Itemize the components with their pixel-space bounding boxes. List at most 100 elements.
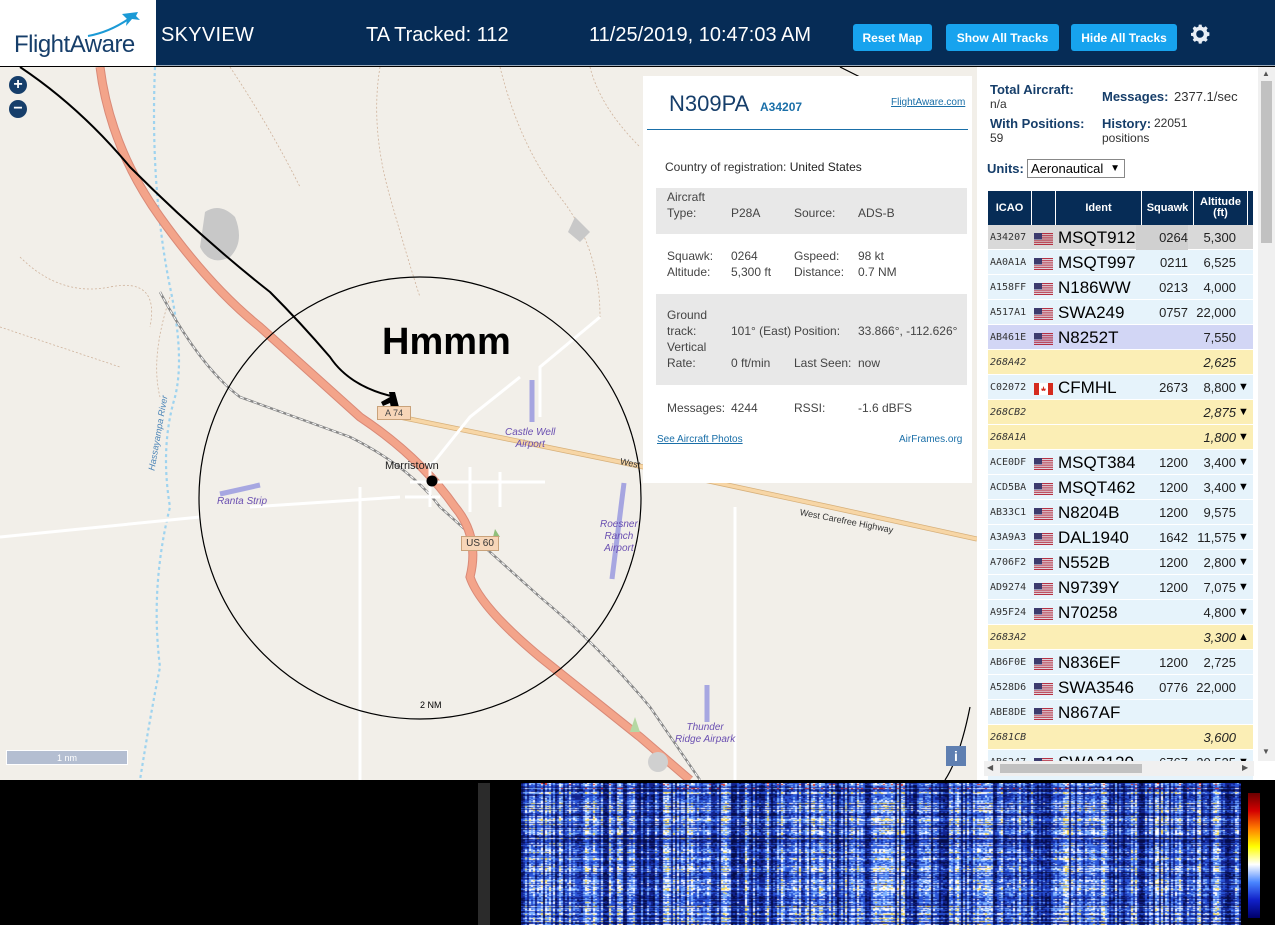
total-aircraft-value: n/a bbox=[990, 97, 1007, 111]
flightaware-link[interactable]: FlightAware.com bbox=[891, 97, 965, 108]
row-altitude: 2,875 bbox=[1203, 405, 1236, 420]
rssi-value: -1.6 dBFS bbox=[858, 401, 913, 415]
row-altitude: 2,725 bbox=[1203, 655, 1236, 670]
table-row[interactable]: C02072 CFMHL 2673 8,800 ▼ bbox=[988, 375, 1253, 400]
row-icao: A528D6 bbox=[990, 682, 1027, 693]
sidebar-hscrollbar[interactable]: ◀ ▶ bbox=[984, 761, 1254, 776]
table-row[interactable]: A706F2 N552B 1200 2,800 ▼ bbox=[988, 550, 1253, 575]
airport-label-roesner: Roesner Ranch Airport bbox=[600, 519, 638, 554]
scroll-up-icon[interactable]: ▲ bbox=[1262, 69, 1270, 78]
table-row[interactable]: 268A1A 1,800 ▼ bbox=[988, 425, 1253, 450]
row-squawk bbox=[1136, 425, 1188, 450]
row-squawk bbox=[1136, 600, 1188, 625]
hscroll-thumb[interactable] bbox=[1000, 764, 1142, 773]
col-icao[interactable]: ICAO bbox=[988, 191, 1032, 225]
units-select[interactable]: Aeronautical ▼ bbox=[1027, 159, 1125, 178]
row-squawk: 0757 bbox=[1159, 305, 1188, 320]
row-squawk: 1642 bbox=[1159, 530, 1188, 545]
table-row[interactable]: AB33C1 N8204B 1200 9,575 bbox=[988, 500, 1253, 525]
airframes-link[interactable]: AirFrames.org bbox=[899, 434, 962, 445]
table-row[interactable]: 268CB2 2,875 ▼ bbox=[988, 400, 1253, 425]
row-trend-arrow: ▼ bbox=[1238, 556, 1249, 568]
row-icao: A3A9A3 bbox=[990, 532, 1027, 543]
altitude-value: 5,300 ft bbox=[731, 265, 772, 279]
sidebar-vscrollbar[interactable]: ▲ ▼ bbox=[1258, 67, 1275, 761]
table-row[interactable]: AB6F0E N836EF 1200 2,725 bbox=[988, 650, 1253, 675]
spectrogram-waterfall bbox=[521, 783, 1241, 925]
altitude-label: Altitude: bbox=[667, 265, 711, 279]
us-flag-icon bbox=[1034, 507, 1053, 520]
scroll-left-icon[interactable]: ◀ bbox=[987, 763, 993, 772]
table-row[interactable]: ABE8DE N867AF bbox=[988, 700, 1253, 725]
popup-header: N309PA A34207 FlightAware.com bbox=[647, 76, 968, 130]
table-row[interactable]: AB461E N8252T 7,550 bbox=[988, 325, 1253, 350]
hide-all-tracks-button[interactable]: Hide All Tracks bbox=[1071, 24, 1177, 51]
table-row[interactable]: AA0A1A MSQT997 0211 6,525 bbox=[988, 250, 1253, 275]
us-flag-icon bbox=[1034, 482, 1053, 495]
route-shield-a74: A 74 bbox=[377, 406, 411, 420]
col-flag[interactable] bbox=[1032, 191, 1056, 225]
table-row[interactable]: 268A42 2,625 bbox=[988, 350, 1253, 375]
squawk-box: Squawk: 0264 Gspeed: 98 kt Altitude: 5,3… bbox=[656, 234, 967, 294]
row-ident: N8252T bbox=[1058, 328, 1119, 347]
show-all-tracks-button[interactable]: Show All Tracks bbox=[946, 24, 1059, 51]
history-unit: positions bbox=[1102, 131, 1150, 145]
scroll-down-icon[interactable]: ▼ bbox=[1262, 747, 1270, 756]
row-altitude: 3,600 bbox=[1203, 730, 1236, 745]
aircraft-photos-link[interactable]: See Aircraft Photos bbox=[657, 434, 743, 445]
country-label: Country of registration: bbox=[665, 160, 787, 174]
us-flag-icon bbox=[1034, 707, 1053, 720]
type-box: Aircraft Type: P28A Source: ADS-B bbox=[656, 188, 967, 234]
table-row[interactable]: AD9274 N9739Y 1200 7,075 ▼ bbox=[988, 575, 1253, 600]
scroll-right-icon[interactable]: ▶ bbox=[1242, 763, 1248, 772]
table-row[interactable]: A517A1 SWA249 0757 22,000 bbox=[988, 300, 1253, 325]
reset-map-button[interactable]: Reset Map bbox=[853, 24, 932, 51]
row-squawk: 1200 bbox=[1159, 480, 1188, 495]
logo-text: FlightAware bbox=[14, 31, 135, 58]
row-icao: C02072 bbox=[990, 382, 1027, 393]
table-row[interactable]: 2683A2 3,300 ▲ bbox=[988, 625, 1253, 650]
row-altitude: 7,075 bbox=[1203, 580, 1236, 595]
table-row[interactable]: A3A9A3 DAL1940 1642 11,575 ▼ bbox=[988, 525, 1253, 550]
gspeed-label: Gspeed: bbox=[794, 249, 840, 263]
row-trend-arrow: ▼ bbox=[1238, 406, 1249, 418]
row-altitude bbox=[1193, 700, 1236, 725]
messages-value: 4244 bbox=[731, 401, 758, 415]
row-altitude: 3,300 bbox=[1203, 630, 1236, 645]
row-icao: ACD5BA bbox=[990, 482, 1027, 493]
row-icao: AB6F0E bbox=[990, 657, 1027, 668]
zoom-out-button[interactable]: − bbox=[9, 100, 27, 118]
table-row[interactable]: A34207 MSQT912 0264 5,300 bbox=[988, 225, 1253, 250]
scrollbar-thumb[interactable] bbox=[1261, 81, 1272, 243]
row-altitude: 22,000 bbox=[1196, 680, 1236, 695]
table-row[interactable]: 2681CB 3,600 bbox=[988, 725, 1253, 750]
airport-label-thunder-ridge: Thunder Ridge Airpark bbox=[675, 722, 736, 745]
zoom-in-button[interactable]: + bbox=[9, 76, 27, 94]
table-row[interactable]: A95F24 N70258 4,800 ▼ bbox=[988, 600, 1253, 625]
col-ident[interactable]: Ident bbox=[1056, 191, 1142, 225]
us-flag-icon bbox=[1034, 607, 1053, 620]
row-altitude: 4,800 bbox=[1203, 605, 1236, 620]
route-shield-us60: US 60 bbox=[461, 536, 499, 551]
col-squawk[interactable]: Squawk bbox=[1142, 191, 1194, 225]
receiver-site-marker bbox=[426, 475, 438, 487]
table-row[interactable]: ACE0DF MSQT384 1200 3,400 ▼ bbox=[988, 450, 1253, 475]
distance-label: Distance: bbox=[794, 265, 845, 279]
table-row[interactable]: A528D6 SWA3546 0776 22,000 bbox=[988, 675, 1253, 700]
gear-icon[interactable] bbox=[1188, 22, 1212, 46]
row-squawk bbox=[1136, 325, 1188, 350]
row-icao: 268A42 bbox=[990, 357, 1027, 368]
flightaware-logo[interactable]: FlightAware bbox=[0, 0, 156, 66]
row-icao: AA0A1A bbox=[990, 257, 1027, 268]
row-squawk: 1200 bbox=[1159, 505, 1188, 520]
table-row[interactable]: A158FF N186WW 0213 4,000 bbox=[988, 275, 1253, 300]
col-altitude[interactable]: Altitude (ft) bbox=[1194, 191, 1248, 225]
messages-label: Messages: bbox=[667, 401, 726, 415]
info-button[interactable]: i bbox=[946, 746, 966, 766]
row-altitude: 8,800 bbox=[1203, 380, 1236, 395]
position-value: 33.866°, -112.626° bbox=[858, 324, 958, 338]
us-flag-icon bbox=[1034, 282, 1053, 295]
table-header: ICAO Ident Squawk Altitude (ft) bbox=[988, 191, 1253, 225]
town-label: Morristown bbox=[385, 460, 439, 472]
table-row[interactable]: ACD5BA MSQT462 1200 3,400 ▼ bbox=[988, 475, 1253, 500]
